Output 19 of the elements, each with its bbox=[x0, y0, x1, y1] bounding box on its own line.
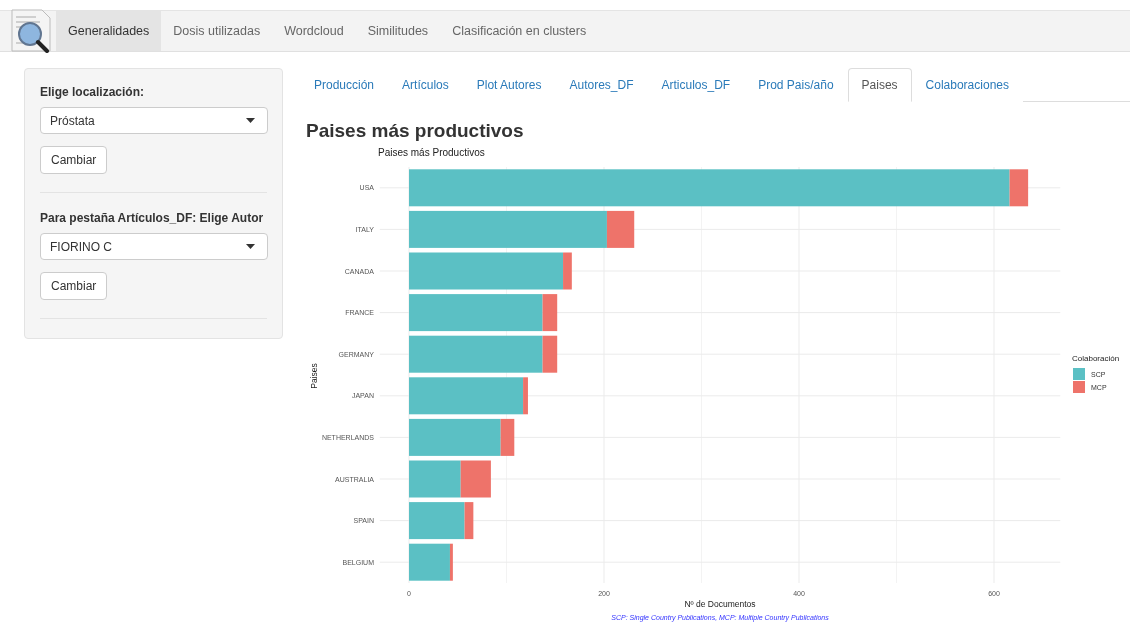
nav-tab[interactable]: Generalidades bbox=[56, 11, 162, 51]
change-button[interactable]: Cambiar bbox=[40, 146, 108, 174]
tab[interactable]: Paises bbox=[847, 68, 912, 102]
page-heading: Paises más productivos bbox=[306, 120, 525, 142]
caret-icon bbox=[246, 118, 255, 123]
nav-tab[interactable]: Wordcloud bbox=[272, 11, 356, 51]
chart-title: Paises más Productivos bbox=[378, 147, 485, 158]
caret-icon bbox=[246, 244, 255, 249]
nav-tab[interactable]: Dosis utilizadas bbox=[161, 11, 273, 51]
legend-title: Colaboración bbox=[1072, 354, 1120, 363]
field-label: Para pestaña Artículos_DF: Elige Autor bbox=[40, 211, 264, 225]
nav-tab[interactable]: Similitudes bbox=[355, 11, 441, 51]
select-field[interactable]: Próstata bbox=[40, 107, 268, 134]
y-axis-title: Paises bbox=[309, 363, 319, 389]
change-button[interactable]: Cambiar bbox=[40, 272, 108, 300]
x-axis-title: Nº de Documentos bbox=[684, 599, 756, 609]
select-field[interactable]: FIORINO C bbox=[40, 233, 268, 260]
nav-tab[interactable]: Clasificación en clusters bbox=[440, 11, 599, 51]
field-label: Elige localización: bbox=[40, 85, 145, 99]
